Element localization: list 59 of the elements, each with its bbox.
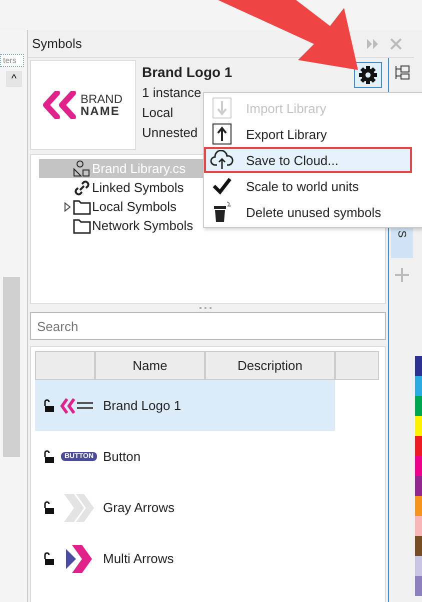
color-swatch[interactable] [415, 396, 422, 416]
chevrons-icon [62, 492, 96, 524]
color-swatch[interactable] [415, 576, 422, 596]
color-swatch[interactable] [415, 516, 422, 536]
lock-icon[interactable] [43, 552, 55, 566]
menu-item[interactable]: Delete unused symbols [204, 199, 422, 225]
scroll-up-button[interactable]: ^ [6, 71, 22, 87]
add-icon[interactable] [395, 268, 409, 282]
color-swatch[interactable] [415, 416, 422, 436]
color-swatch[interactable] [415, 476, 422, 496]
cloud-upload-icon [210, 150, 234, 170]
symbol-row[interactable]: Multi Arrows [35, 533, 335, 584]
folder-icon [73, 198, 91, 214]
settings-button[interactable] [354, 62, 382, 88]
column-header[interactable]: Description [205, 351, 335, 380]
color-swatch[interactable] [415, 376, 422, 396]
folder-icon [73, 218, 91, 234]
symbol-detail: 1 instance [142, 85, 202, 100]
symbol-detail: Local [142, 105, 174, 120]
docker-tab-label[interactable]: ters [0, 54, 24, 67]
color-swatch[interactable] [415, 436, 422, 456]
symbol-name: Brand Logo 1 [142, 64, 232, 80]
hierarchy-icon[interactable] [393, 64, 411, 82]
tree-item[interactable]: Network Symbols [73, 216, 198, 235]
expand-icon[interactable] [366, 38, 380, 50]
checkmark-icon [212, 177, 232, 195]
symbol-row[interactable]: Brand Logo 1 [35, 380, 335, 431]
shapes-icon [73, 160, 91, 178]
logo-text: BRAND [80, 93, 122, 105]
menu-item[interactable]: Scale to world units [204, 173, 422, 199]
tree-item[interactable]: Local Symbols [73, 197, 181, 216]
search-field[interactable]: Search [30, 312, 386, 340]
lock-icon[interactable] [43, 398, 55, 412]
chevron-logo-icon [43, 91, 78, 119]
expand-arrow-icon[interactable] [64, 202, 71, 212]
menu-item[interactable]: Export Library [204, 121, 422, 147]
panel-title: Symbols [32, 36, 83, 51]
link-icon [73, 178, 91, 196]
import-icon [212, 97, 232, 119]
close-icon[interactable] [390, 38, 402, 50]
column-header[interactable] [35, 351, 95, 380]
lock-icon[interactable] [43, 450, 55, 464]
column-header[interactable] [335, 351, 379, 380]
chevrons-icon [64, 542, 94, 574]
color-swatch[interactable] [415, 496, 422, 516]
color-swatch[interactable] [415, 456, 422, 476]
export-icon [212, 123, 232, 145]
color-swatch[interactable] [415, 536, 422, 556]
lock-icon[interactable] [43, 500, 55, 514]
color-swatch[interactable] [415, 356, 422, 376]
menu-item[interactable]: Save to Cloud... [204, 147, 412, 173]
symbol-detail: Unnested [142, 125, 198, 140]
column-header[interactable]: Name [95, 351, 205, 380]
color-swatch[interactable] [415, 556, 422, 576]
scrollbar-thumb[interactable] [3, 277, 20, 457]
tree-item[interactable]: Linked Symbols [73, 178, 188, 197]
trash-icon [212, 201, 232, 223]
logo-text: NAME [80, 105, 121, 117]
symbol-row[interactable]: Gray Arrows [35, 482, 335, 533]
